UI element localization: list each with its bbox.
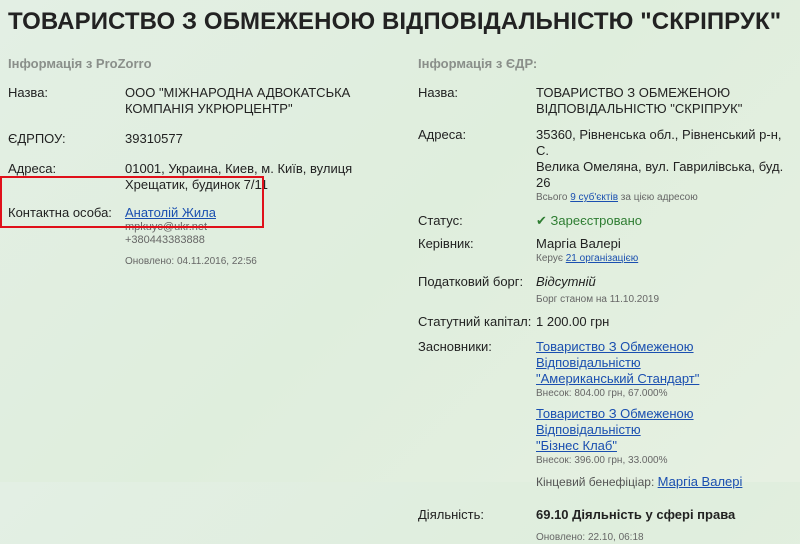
founder-1-line1: Товариство З Обмеженою Відповідальністю bbox=[536, 339, 694, 370]
edr-capital-row: Статутний капітал: 1 200.00 грн bbox=[418, 314, 798, 330]
edr-status-row: Статус: ✔ Зареєстровано bbox=[418, 213, 798, 229]
founder-2-line1: Товариство З Обмеженою Відповідальністю bbox=[536, 406, 694, 437]
edr-tax-value: Відсутній Борг станом на 11.10.2019 bbox=[536, 274, 659, 306]
edr-activity-value: 69.10 Діяльність у сфері права Оновлено:… bbox=[536, 507, 735, 544]
contact-phone: +380443383888 bbox=[125, 234, 205, 246]
prozorro-name-line1: ООО "МІЖНАРОДНА АДВОКАТСЬКА bbox=[125, 85, 351, 100]
founder-1-line2: "Американський Стандарт" bbox=[536, 371, 700, 386]
edr-status-value: ✔ Зареєстровано bbox=[536, 213, 642, 229]
edr-name-label: Назва: bbox=[418, 85, 459, 100]
prozorro-section: Інформація з ProZorro Назва: ООО "МІЖНАР… bbox=[8, 52, 400, 268]
edr-founders-label: Засновники: bbox=[418, 339, 492, 354]
prozorro-heading: Інформація з ProZorro bbox=[8, 56, 152, 71]
address-subjects-link[interactable]: 9 суб'єктів bbox=[570, 192, 618, 203]
prozorro-edrpou-row: ЄДРПОУ: 39310577 bbox=[8, 131, 400, 147]
edr-name-value: ТОВАРИСТВО З ОБМЕЖЕНОЮ ВІДПОВІДАЛЬНІСТЮ … bbox=[536, 85, 742, 117]
prozorro-updated: Оновлено: 04.11.2016, 22:56 bbox=[125, 256, 257, 267]
beneficiary: Кінцевий бенефіціар: Маргіа Валері bbox=[536, 474, 798, 490]
prozorro-name-value: ООО "МІЖНАРОДНА АДВОКАТСЬКА КОМПАНІЯ УКР… bbox=[125, 85, 350, 117]
edr-founders-list: Товариство З Обмеженою Відповідальністю … bbox=[536, 339, 798, 490]
edr-address-line2: Велика Омеляна, вул. Гаврилівська, буд. … bbox=[536, 159, 784, 190]
address-note-suffix: за цією адресою bbox=[620, 192, 698, 203]
beneficiary-label: Кінцевий бенефіціар: bbox=[536, 475, 655, 489]
founder-1-link[interactable]: Товариство З Обмеженою Відповідальністю … bbox=[536, 339, 798, 387]
edr-address-value: 35360, Рівненська обл., Рівненський р-н,… bbox=[536, 127, 798, 204]
contact-highlight-box bbox=[0, 176, 264, 228]
edr-section: Інформація з ЄДР: Назва: ТОВАРИСТВО З ОБ… bbox=[418, 52, 798, 544]
manager-name: Маргіа Валері bbox=[536, 236, 621, 251]
manager-note-prefix: Керує bbox=[536, 253, 563, 264]
edr-updated: Оновлено: 22.10, 06:18 bbox=[536, 532, 644, 543]
edr-address-label: Адреса: bbox=[418, 127, 467, 142]
manager-orgs-link[interactable]: 21 організацією bbox=[566, 253, 638, 264]
edr-tax-row: Податковий борг: Відсутній Борг станом н… bbox=[418, 274, 798, 306]
founder-2-link[interactable]: Товариство З Обмеженою Відповідальністю … bbox=[536, 406, 798, 454]
tax-status: Відсутній bbox=[536, 274, 596, 289]
prozorro-name-label: Назва: bbox=[8, 85, 49, 100]
address-note-prefix: Всього bbox=[536, 192, 568, 203]
founder-2-note: Внесок: 396.00 грн, 33.000% bbox=[536, 455, 668, 466]
edr-address-note: Всього 9 суб'єктів за цією адресою bbox=[536, 191, 798, 204]
prozorro-address-line1: 01001, Украина, Киев, м. Київ, вулиця bbox=[125, 161, 353, 176]
edr-activity-label: Діяльність: bbox=[418, 507, 484, 522]
edr-address-line1: 35360, Рівненська обл., Рівненський р-н,… bbox=[536, 127, 782, 158]
prozorro-edrpou-label: ЄДРПОУ: bbox=[8, 131, 66, 146]
founder-1-note: Внесок: 804.00 грн, 67.000% bbox=[536, 388, 668, 399]
edr-tax-label: Податковий борг: bbox=[418, 274, 524, 289]
prozorro-name-row: Назва: ООО "МІЖНАРОДНА АДВОКАТСЬКА КОМПА… bbox=[8, 85, 400, 117]
edr-activity-row: Діяльність: 69.10 Діяльність у сфері пра… bbox=[418, 507, 798, 544]
manager-note: Керує 21 організацією bbox=[536, 252, 638, 265]
edr-capital-value: 1 200.00 грн bbox=[536, 314, 610, 329]
edr-status-label: Статус: bbox=[418, 213, 463, 228]
edr-name-line1: ТОВАРИСТВО З ОБМЕЖЕНОЮ bbox=[536, 85, 731, 100]
edr-manager-value: Маргіа Валері Керує 21 організацією bbox=[536, 236, 638, 265]
check-icon: ✔ bbox=[536, 213, 547, 228]
status-text: Зареєстровано bbox=[550, 213, 643, 228]
edr-manager-label: Керівник: bbox=[418, 236, 474, 251]
edr-address-row: Адреса: 35360, Рівненська обл., Рівненсь… bbox=[418, 127, 798, 204]
tax-note: Борг станом на 11.10.2019 bbox=[536, 294, 660, 305]
edr-heading: Інформація з ЄДР: bbox=[418, 56, 538, 71]
activity-text: 69.10 Діяльність у сфері права bbox=[536, 507, 736, 522]
prozorro-name-line2: КОМПАНІЯ УКРЮРЦЕНТР" bbox=[125, 101, 293, 116]
edr-manager-row: Керівник: Маргіа Валері Керує 21 організ… bbox=[418, 236, 798, 265]
page-title: ТОВАРИСТВО З ОБМЕЖЕНОЮ ВІДПОВІДАЛЬНІСТЮ … bbox=[8, 8, 782, 35]
founder-2-line2: "Бізнес Клаб" bbox=[536, 438, 617, 453]
edr-founders-row: Засновники: Товариство З Обмеженою Відпо… bbox=[418, 339, 798, 490]
edr-name-row: Назва: ТОВАРИСТВО З ОБМЕЖЕНОЮ ВІДПОВІДАЛ… bbox=[418, 85, 798, 117]
prozorro-edrpou-value: 39310577 bbox=[125, 131, 183, 146]
edr-name-line2: ВІДПОВІДАЛЬНІСТЮ "СКРІПРУК" bbox=[536, 101, 743, 116]
edr-capital-label: Статутний капітал: bbox=[418, 314, 532, 329]
